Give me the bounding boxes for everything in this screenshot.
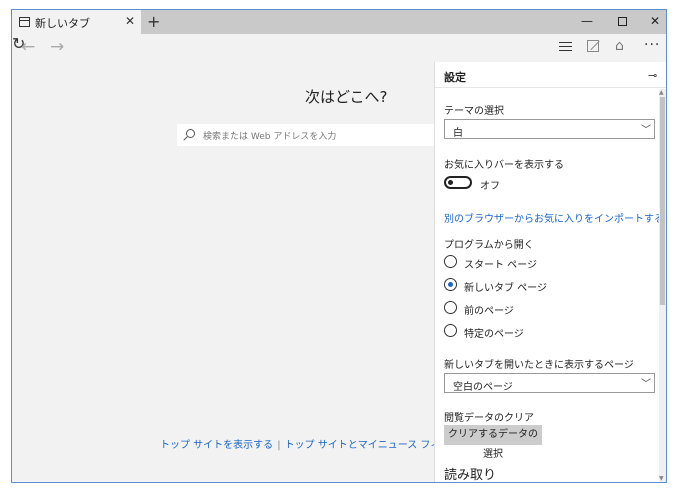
search-icon — [186, 129, 195, 138]
radio-new-tab-page-label: 新しいタブ ページ — [464, 283, 547, 294]
radio-previous-pages[interactable] — [444, 301, 457, 314]
new-tab-plus-icon[interactable]: + — [147, 12, 160, 31]
tab-title: 新しいタブ — [35, 17, 90, 30]
navigation-bar: ← → ↻ ⌂ ··· — [12, 34, 666, 62]
favorites-bar-state: オフ — [480, 181, 500, 192]
import-favorites-link[interactable]: 別のブラウザーからお気に入りをインポートする — [444, 210, 664, 225]
open-with-label: プログラムから開く — [444, 240, 534, 251]
favorites-bar-toggle[interactable] — [444, 176, 472, 189]
show-top-sites-link[interactable]: トップ サイトを表示する — [160, 440, 273, 451]
radio-start-page-label: スタート ページ — [464, 260, 537, 271]
radio-previous-pages-label: 前のページ — [464, 306, 514, 317]
radio-specific-page-label: 特定のページ — [464, 329, 524, 340]
radio-specific-page[interactable] — [444, 324, 457, 337]
scroll-thumb[interactable] — [660, 97, 665, 305]
more-actions-icon[interactable]: ··· — [644, 37, 660, 53]
window-close-icon[interactable]: ✕ — [645, 14, 665, 28]
tab-close-icon[interactable]: ✕ — [125, 14, 135, 28]
radio-start-page[interactable] — [444, 255, 457, 268]
scroll-up-icon[interactable]: ▲ — [659, 89, 664, 96]
new-tab-content-select[interactable]: 空白のページ ﹀ — [444, 373, 655, 393]
search-input[interactable]: 検索または Web アドレスを入力 — [177, 124, 434, 146]
new-tab-content-value: 空白のページ — [453, 382, 513, 393]
tab-new-tab[interactable]: 新しいタブ ✕ — [12, 10, 141, 34]
settings-title: 設定 — [444, 71, 466, 84]
theme-label: テーマの選択 — [444, 106, 504, 117]
choose-what-to-clear-button[interactable]: クリアするデータの選択 — [444, 425, 542, 460]
scroll-down-icon[interactable]: ▼ — [659, 475, 664, 482]
new-tab-page: 次はどこへ? 検索または Web アドレスを入力 トップ サイトを表示する | トッ… — [12, 62, 434, 482]
chevron-down-icon: ﹀ — [641, 379, 651, 390]
show-top-sites-and-news-link[interactable]: トップ サイトとマイニュース フィードを表示 — [285, 440, 434, 451]
new-tab-content-label: 新しいタブを開いたときに表示するページ — [444, 360, 634, 371]
search-placeholder: 検索または Web アドレスを入力 — [203, 132, 337, 142]
settings-header: 設定 ⊸ — [435, 62, 666, 88]
browser-window: 新しいタブ ✕ + — ✕ ← → ↻ ⌂ ··· 次はどこへ? 検索または W… — [11, 9, 667, 483]
footer-separator: | — [277, 440, 281, 451]
back-arrow-icon[interactable]: ← — [21, 37, 35, 57]
forward-arrow-icon[interactable]: → — [50, 37, 64, 57]
minimize-icon[interactable]: — — [577, 14, 597, 28]
tab-page-icon — [19, 17, 30, 27]
reading-section-heading: 読み取り — [444, 468, 497, 483]
pin-icon[interactable]: ⊸ — [648, 69, 657, 82]
hub-menu-icon[interactable] — [559, 42, 572, 52]
web-note-icon[interactable] — [587, 40, 599, 52]
footer-links: トップ サイトを表示する | トップ サイトとマイニュース フィードを表示 — [160, 436, 434, 451]
share-icon[interactable]: ⌂ — [615, 38, 624, 54]
page-heading: 次はどこへ? — [305, 88, 388, 106]
toggle-knob — [448, 180, 453, 185]
title-bar: 新しいタブ ✕ + — ✕ — [12, 10, 666, 34]
theme-select[interactable]: 白 ﹀ — [444, 119, 655, 139]
radio-new-tab-page[interactable] — [444, 278, 457, 291]
theme-select-value: 白 — [453, 128, 463, 139]
favorites-bar-label: お気に入りバーを表示する — [444, 160, 564, 171]
chevron-down-icon: ﹀ — [641, 125, 651, 136]
settings-scrollbar[interactable]: ▲ ▼ — [659, 89, 666, 482]
clear-data-label: 閲覧データのクリア — [444, 413, 534, 424]
maximize-icon[interactable] — [618, 17, 627, 26]
settings-pane: 設定 ⊸ テーマの選択 白 ﹀ お気に入りバーを表示する オフ 別のブラウザーか… — [434, 62, 666, 483]
